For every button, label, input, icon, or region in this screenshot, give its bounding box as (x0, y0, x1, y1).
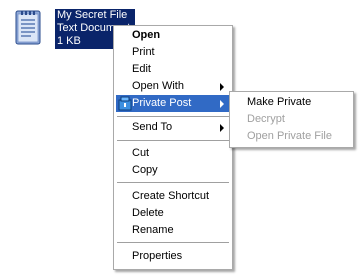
submenu-item-decrypt: Decrypt (247, 113, 285, 125)
submenu-arrow-icon (220, 100, 224, 108)
menu-item-send-to-label: Send To (132, 121, 173, 133)
menu-item-print[interactable]: Print (116, 44, 230, 61)
file-name: My Secret File (57, 9, 128, 21)
text-document-icon[interactable] (13, 8, 45, 48)
menu-item-rename[interactable]: Rename (116, 222, 230, 239)
menu-separator (117, 242, 229, 243)
submenu-item-make-private[interactable]: Make Private (232, 94, 351, 111)
desktop: My Secret File Text Document 1 KB Open P… (0, 0, 364, 277)
menu-item-send-to[interactable]: Send To (116, 119, 230, 136)
menu-separator (117, 140, 229, 141)
menu-item-delete[interactable]: Delete (116, 205, 230, 222)
menu-item-properties[interactable]: Properties (116, 248, 230, 265)
menu-item-open[interactable]: Open (116, 27, 230, 44)
menu-item-private-post[interactable]: Private Post (116, 95, 230, 112)
context-menu: Open Print Edit Open With Private Post S… (113, 25, 233, 270)
menu-item-copy[interactable]: Copy (116, 162, 230, 179)
menu-item-open-with[interactable]: Open With (116, 78, 230, 95)
menu-separator (117, 182, 229, 183)
menu-item-cut[interactable]: Cut (116, 145, 230, 162)
submenu-arrow-icon (220, 124, 224, 132)
private-post-icon (118, 96, 132, 111)
menu-item-edit[interactable]: Edit (116, 61, 230, 78)
menu-item-private-post-label: Private Post (132, 97, 192, 109)
menu-item-open-with-label: Open With (132, 80, 184, 92)
menu-item-create-shortcut[interactable]: Create Shortcut (116, 188, 230, 205)
menu-separator (117, 116, 229, 117)
submenu-arrow-icon (220, 83, 224, 91)
submenu-item-open-private-file: Open Private File (247, 130, 332, 142)
private-post-submenu: Make Private Decrypt Open Private File (229, 91, 354, 148)
